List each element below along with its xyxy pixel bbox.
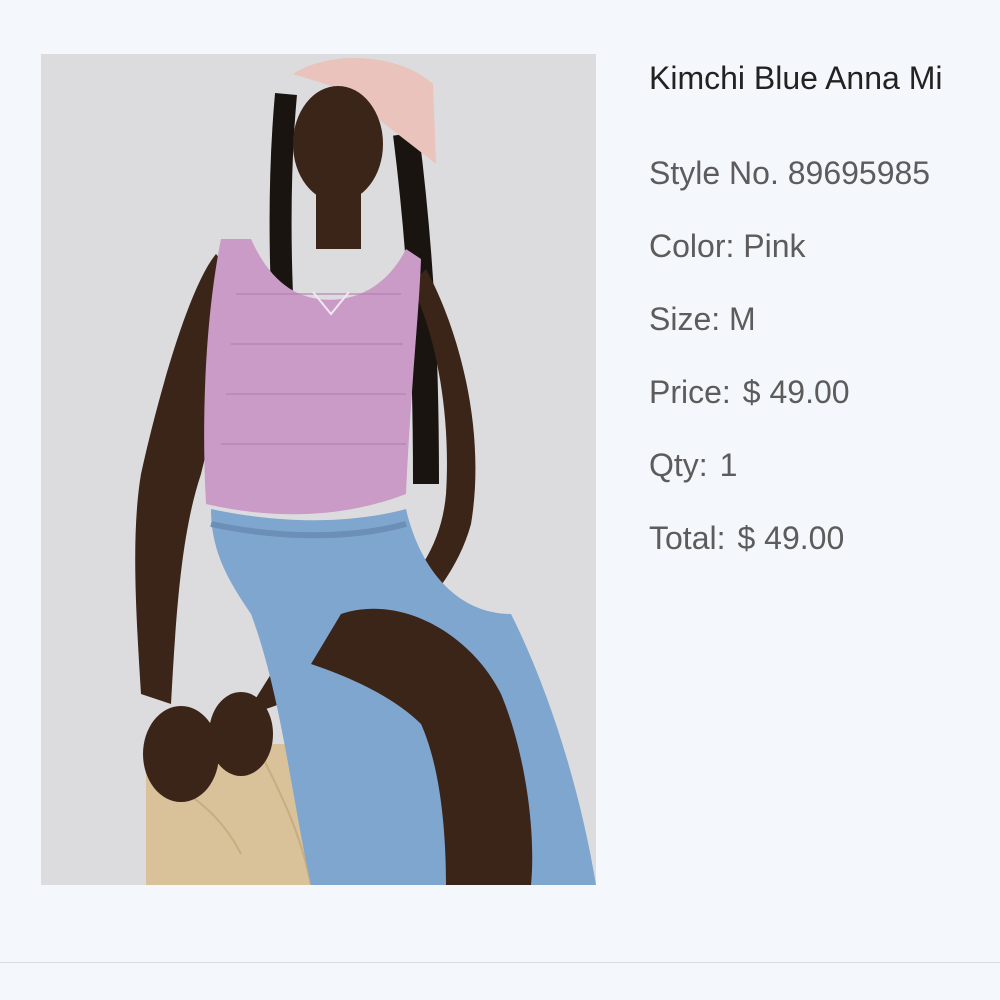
model-head <box>293 86 383 202</box>
color-value: Color: Pink <box>649 228 806 264</box>
total-value: $ 49.00 <box>737 520 845 556</box>
product-image[interactable] <box>41 54 596 885</box>
total-row: Total: $ 49.00 <box>649 502 1000 575</box>
total-label: Total: <box>649 520 726 556</box>
qty-value: 1 <box>719 447 738 483</box>
size-value: Size: M <box>649 301 756 337</box>
price-value: $ 49.00 <box>742 374 850 410</box>
price-row: Price: $ 49.00 <box>649 356 1000 429</box>
style-number: Style No. 89695985 <box>649 155 931 191</box>
qty-label: Qty: <box>649 447 708 483</box>
price-label: Price: <box>649 374 731 410</box>
order-item-page: Kimchi Blue Anna Mi Style No. 89695985 C… <box>0 0 1000 1000</box>
product-photo-illustration <box>41 54 596 885</box>
divider <box>0 962 1000 963</box>
qty-row: Qty: 1 <box>649 429 1000 502</box>
product-details: Kimchi Blue Anna Mi Style No. 89695985 C… <box>649 56 1000 575</box>
product-title[interactable]: Kimchi Blue Anna Mi <box>649 56 1000 100</box>
